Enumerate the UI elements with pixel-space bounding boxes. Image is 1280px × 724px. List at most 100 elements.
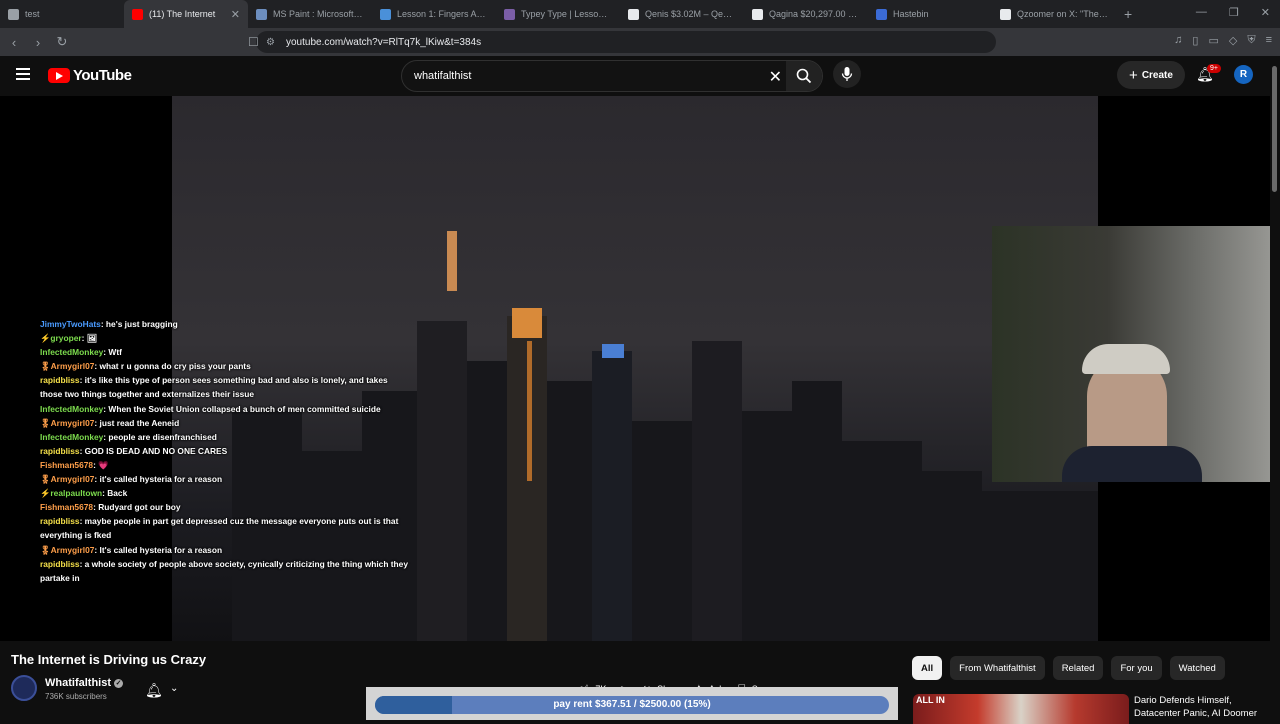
goal-text: pay rent $367.51 / $2500.00 (15%) xyxy=(553,699,711,710)
close-window-icon[interactable]: ✕ xyxy=(1261,6,1270,19)
youtube-header: YouTube whatifalthist ✕ + Create 🔔︎ 9+ R xyxy=(0,56,1270,96)
tab-favicon-icon xyxy=(752,8,763,20)
chat-username: InfectedMonkey xyxy=(40,347,104,358)
chat-text: When the Soviet Union collapsed a bunch … xyxy=(106,403,381,414)
chat-message: rapidbliss: it's like this type of perso… xyxy=(40,373,410,401)
chat-username: rapidbliss xyxy=(40,558,80,569)
filter-chip[interactable]: All xyxy=(912,656,943,680)
subscription-bell-icon[interactable]: 🔔︎ xyxy=(145,682,163,699)
chat-message: InfectedMonkey: When the Soviet Union co… xyxy=(40,402,410,416)
voice-search-button[interactable] xyxy=(833,60,861,88)
shield-icon[interactable]: ⛨ xyxy=(1247,34,1255,47)
chat-text: 🖼 xyxy=(84,333,98,344)
filter-chip[interactable]: Related xyxy=(1052,656,1104,680)
browser-tab[interactable]: Qzoomer on X: "The take xyxy=(992,0,1116,28)
window-controls: — ❐ ✕ xyxy=(1196,6,1270,19)
browser-tab[interactable]: Hastebin xyxy=(868,0,992,28)
wallet-icon[interactable]: ▭ xyxy=(1208,34,1218,47)
scrollbar-thumb[interactable] xyxy=(1272,66,1277,192)
filter-chip[interactable]: For you xyxy=(1111,656,1162,680)
chevron-down-icon[interactable]: ⌄ xyxy=(170,683,178,694)
tab-title: test xyxy=(25,9,40,19)
browser-tab[interactable]: Qenis $3.02M – Qenis / S xyxy=(620,0,744,28)
search-input[interactable]: whatifalthist xyxy=(414,70,471,82)
search-box[interactable]: whatifalthist ✕ xyxy=(401,60,823,92)
account-avatar[interactable]: R xyxy=(1234,65,1253,84)
tab-favicon-icon xyxy=(256,8,267,20)
chat-username: ⚡realpaultown xyxy=(40,488,103,499)
reload-icon[interactable]: ↻ xyxy=(52,34,72,50)
channel-name[interactable]: Whatifalthist xyxy=(45,677,111,689)
browser-tab[interactable]: Qagina $20,297.00 – Qag xyxy=(744,0,868,28)
video-player[interactable]: JimmyTwoHats: he's just bragging ⚡gryoper… xyxy=(0,96,1270,641)
chat-message: 🎖Armygirl07: It's called hysteria for a … xyxy=(40,543,410,557)
create-button[interactable]: + Create xyxy=(1117,61,1185,89)
chat-text: he's just bragging xyxy=(103,319,178,329)
chat-username: rapidbliss xyxy=(40,445,80,456)
channel-avatar[interactable] xyxy=(11,675,37,701)
chat-text: It's called hysteria for a reason xyxy=(97,544,223,555)
youtube-logo[interactable]: YouTube xyxy=(48,67,132,84)
sidebar-icon[interactable]: ▯ xyxy=(1192,34,1198,47)
tab-favicon-icon xyxy=(504,8,515,20)
browser-tab[interactable]: (11) The Internet ✕ xyxy=(124,0,248,28)
url-field[interactable]: ☐ ⚙ youtube.com/watch?v=RlTq7k_lKiw&t=38… xyxy=(248,31,996,53)
clear-search-icon[interactable]: ✕ xyxy=(769,67,782,87)
chat-text: just read the Aeneid xyxy=(97,417,180,428)
microphone-icon xyxy=(841,67,853,81)
chat-text: 💗 xyxy=(95,459,109,470)
chat-username: ⚡gryoper xyxy=(40,333,82,344)
donation-goal-bar: pay rent $367.51 / $2500.00 (15%) xyxy=(366,687,898,720)
chat-username: JimmyTwoHats xyxy=(40,319,101,329)
watch-metadata: The Internet is Driving us Crazy Whatifa… xyxy=(0,641,1270,724)
page-scrollbar[interactable] xyxy=(1270,56,1280,720)
tab-favicon-icon xyxy=(8,8,19,20)
tab-title: Qenis $3.02M – Qenis / S xyxy=(645,9,736,19)
search-button[interactable] xyxy=(786,61,822,91)
chat-text: a whole society of people above society,… xyxy=(40,558,408,583)
browser-tab[interactable]: Typey Type | Lesson: One xyxy=(496,0,620,28)
chat-message: rapidbliss: GOD IS DEAD AND NO ONE CARES xyxy=(40,444,410,458)
tab-favicon-icon xyxy=(876,8,887,20)
chat-message: Fishman5678: Rudyard got our boy xyxy=(40,500,410,514)
youtube-play-icon xyxy=(48,68,70,83)
browser-tab[interactable]: Lesson 1: Fingers And Ke xyxy=(372,0,496,28)
forward-icon[interactable]: › xyxy=(28,35,48,50)
minimize-icon[interactable]: — xyxy=(1196,6,1207,19)
chat-username: 🎖Armygirl07 xyxy=(40,474,95,485)
chat-username: InfectedMonkey xyxy=(40,403,104,414)
browser-tab[interactable]: MS Paint : Microsoft Paint xyxy=(248,0,372,28)
webcam-overlay xyxy=(992,226,1270,482)
tab-title: Qzoomer on X: "The take xyxy=(1017,9,1108,19)
chat-message: InfectedMonkey: people are disenfranchis… xyxy=(40,430,410,444)
browser-tab-bar: test (11) The Internet ✕ MS Paint : Microso… xyxy=(0,0,1280,28)
chat-text: GOD IS DEAD AND NO ONE CARES xyxy=(82,445,228,456)
maximize-icon[interactable]: ❐ xyxy=(1229,6,1239,19)
bookmark-icon[interactable]: ☐ xyxy=(248,35,259,49)
goal-track: pay rent $367.51 / $2500.00 (15%) xyxy=(375,696,889,714)
chat-message: 🎖Armygirl07: just read the Aeneid xyxy=(40,416,410,430)
channel-name-row[interactable]: Whatifalthist ✓ xyxy=(45,677,123,689)
media-icon[interactable]: ♫ xyxy=(1174,34,1182,47)
back-icon[interactable]: ‹ xyxy=(4,35,24,50)
site-info-icon[interactable]: ⚙ xyxy=(266,37,275,48)
tab-favicon-icon xyxy=(380,8,391,20)
filter-chip[interactable]: From Whatifalthist xyxy=(950,656,1045,680)
tab-favicon-icon xyxy=(1000,8,1011,20)
chat-message: ⚡realpaultown: Back xyxy=(40,486,410,500)
create-label: Create xyxy=(1141,69,1173,81)
filter-chip[interactable]: Watched xyxy=(1169,656,1225,680)
recommended-video-title[interactable]: Dario Defends Himself, Datacenter Panic,… xyxy=(1134,694,1270,720)
menu-icon[interactable]: ≡ xyxy=(1266,34,1272,47)
chat-username: Fishman5678 xyxy=(40,502,94,513)
browser-tab[interactable]: test xyxy=(0,0,124,28)
hamburger-menu-icon[interactable] xyxy=(16,68,30,80)
vpn-icon[interactable]: ◇ xyxy=(1229,34,1237,47)
new-tab-button[interactable]: + xyxy=(1124,6,1132,22)
search-icon xyxy=(796,68,812,84)
chat-username: 🎖Armygirl07 xyxy=(40,361,95,372)
notification-badge: 9+ xyxy=(1207,64,1221,73)
url-text: youtube.com/watch?v=RlTq7k_lKiw&t=384s xyxy=(286,36,482,48)
close-tab-icon[interactable]: ✕ xyxy=(231,8,240,21)
tab-title: Typey Type | Lesson: One xyxy=(521,9,612,19)
